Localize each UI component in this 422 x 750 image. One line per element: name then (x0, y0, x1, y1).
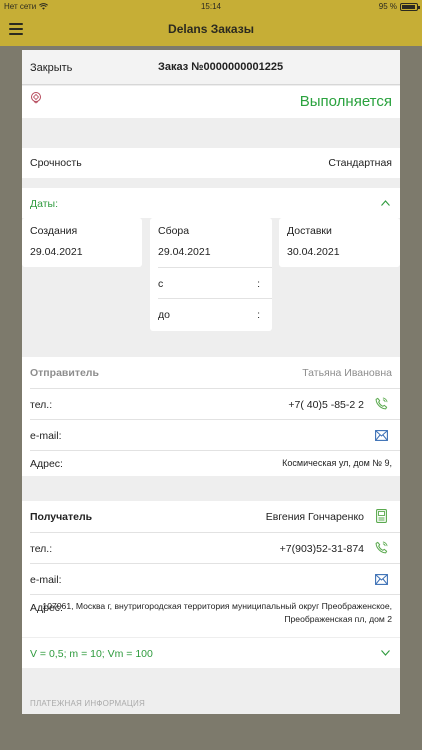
urgency-value: Стандартная (328, 157, 392, 169)
order-status: Выполняется (299, 93, 392, 110)
created-date-value: 29.04.2021 (30, 246, 83, 258)
urgency-label: Срочность (30, 157, 82, 169)
order-sheet: Закрыть Заказ №0000000001225 Выполняется… (22, 50, 400, 714)
parcel-summary-row[interactable]: V = 0,5; m = 10; Vm = 100 (22, 638, 400, 668)
sheet-header: Закрыть Заказ №0000000001225 (22, 50, 400, 85)
sender-divider-2 (30, 419, 400, 420)
battery-icon (400, 2, 420, 11)
recipient-email-label: e-mail: (30, 574, 62, 586)
nav-title: Delans Заказы (168, 22, 254, 36)
status-bar-time: 15:14 (200, 2, 222, 11)
sender-phone-call-icon[interactable] (375, 397, 388, 410)
dates-section-label: Даты: (30, 198, 58, 210)
delivery-date-label: Доставки (287, 225, 332, 237)
recipient-phone-call-icon[interactable] (375, 541, 388, 554)
created-date-box: Создания 29.04.2021 (22, 218, 142, 267)
status-card: Выполняется (22, 86, 400, 118)
recipient-email-icon[interactable] (375, 574, 388, 585)
sender-email-label: e-mail: (30, 430, 62, 442)
recipient-divider-1 (30, 532, 400, 533)
sender-name: Татьяна Ивановна (302, 367, 392, 379)
sender-divider-3 (30, 450, 400, 451)
recipient-card-icon[interactable] (376, 509, 387, 523)
pickup-from-label: с (158, 278, 164, 290)
pickup-date-label: Сбора (158, 225, 190, 237)
pickup-to-label: до (158, 309, 170, 321)
recipient-divider-2 (30, 563, 400, 564)
sender-divider-1 (30, 388, 400, 389)
sender-title: Отправитель (30, 367, 99, 379)
close-button[interactable]: Закрыть (30, 62, 72, 74)
battery-percent: 95 % (378, 2, 397, 11)
recipient-phone-label: тел.: (30, 543, 53, 555)
recipient-title: Получатель (30, 511, 93, 523)
sender-address: Космическая ул, дом № 9, (282, 458, 392, 468)
sender-card: Отправитель Татьяна Ивановна тел.: +7( 4… (22, 357, 400, 476)
created-date-label: Создания (30, 225, 78, 237)
status-bar-right: 95 % (378, 2, 420, 11)
pickup-date-value: 29.04.2021 (158, 246, 211, 258)
pickup-from-time[interactable]: : (257, 278, 260, 290)
recipient-card: Получатель Евгения Гончаренко тел.: +7(9… (22, 501, 400, 637)
chevron-down-icon[interactable] (381, 650, 390, 656)
recipient-address-line1: 107061, Москва г, внутригородская террит… (42, 601, 392, 611)
pickup-date-box: Сбора 29.04.2021 с : до : (150, 218, 272, 331)
pickup-divider (158, 267, 272, 268)
order-title: Заказ №0000000001225 (158, 61, 284, 73)
delivery-date-value: 30.04.2021 (287, 246, 340, 258)
status-bar: Нет сети 15:14 95 % (0, 0, 422, 14)
pickup-to-time[interactable]: : (257, 309, 260, 321)
sender-email-icon[interactable] (375, 430, 388, 441)
sender-phone[interactable]: +7( 40)5 -85-2 2 (288, 399, 364, 411)
delivery-date-box: Доставки 30.04.2021 (279, 218, 400, 267)
company-logo-icon (31, 92, 41, 104)
sender-address-label: Адрес: (30, 458, 63, 470)
recipient-divider-3 (30, 594, 400, 595)
pickup-divider-2 (158, 298, 272, 299)
urgency-row[interactable]: Срочность Стандартная (22, 148, 400, 178)
parcel-summary: V = 0,5; m = 10; Vm = 100 (30, 648, 153, 660)
dates-section-header[interactable]: Даты: (22, 188, 400, 218)
sender-phone-label: тел.: (30, 399, 53, 411)
recipient-address-line2: Преображенская пл, дом 2 (284, 614, 392, 624)
recipient-name: Евгения Гончаренко (265, 511, 364, 523)
chevron-up-icon[interactable] (381, 200, 390, 206)
nav-bar: Delans Заказы (0, 14, 422, 46)
recipient-phone[interactable]: +7(903)52-31-874 (280, 543, 364, 555)
payment-section-label: ПЛАТЕЖНАЯ ИНФОРМАЦИЯ (30, 699, 145, 708)
